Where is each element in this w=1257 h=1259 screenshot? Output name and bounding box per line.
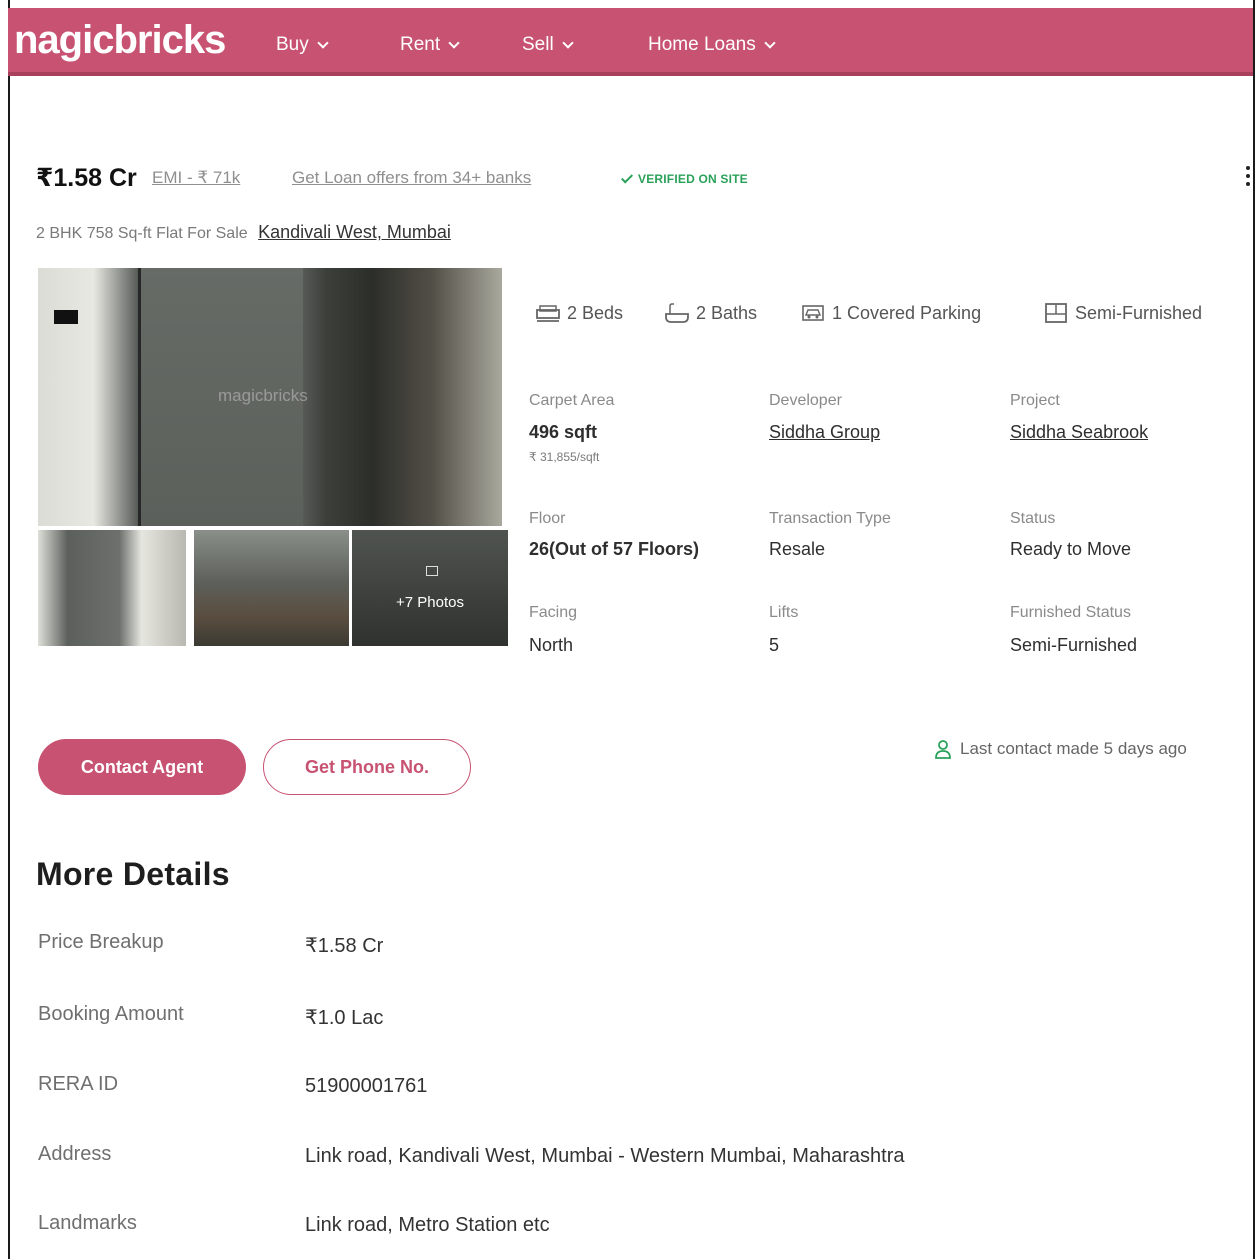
wall-switch	[54, 310, 78, 324]
bed-icon	[536, 305, 560, 322]
status-label: Status	[1010, 510, 1056, 527]
address-value: Link road, Kandivali West, Mumbai - West…	[305, 1145, 905, 1167]
verified-badge: VERIFIED ON SITE	[620, 170, 748, 186]
bath-icon	[665, 303, 689, 323]
more-options-icon[interactable]	[1246, 166, 1250, 190]
nav-rent-label: Rent	[400, 34, 441, 55]
lifts-label: Lifts	[769, 604, 799, 621]
price-breakup-label: Price Breakup	[38, 931, 164, 953]
chevron-down-icon	[764, 37, 776, 49]
landmarks-label: Landmarks	[38, 1212, 137, 1234]
photo-watermark: magicbricks	[218, 386, 308, 405]
amenity-parking-label: 1 Covered Parking	[832, 302, 982, 323]
amenity-beds-label: 2 Beds	[567, 302, 624, 323]
more-details-heading: More Details	[36, 856, 230, 892]
project-link[interactable]: Siddha Seabrook	[1010, 422, 1148, 443]
listing-title: 2 BHK 758 Sq-ft Flat For Sale	[36, 225, 248, 242]
image-icon	[426, 566, 438, 576]
transaction-type-value: Resale	[769, 539, 826, 559]
contact-agent-button[interactable]: Contact Agent	[38, 739, 246, 795]
nav-buy[interactable]: Buy	[276, 34, 329, 56]
photo-thumbnail-more[interactable]: +7 Photos	[352, 530, 508, 646]
floor-value: 26(Out of 57 Floors)	[529, 539, 700, 559]
location-link[interactable]: Kandivali West, Mumbai	[258, 222, 451, 242]
facing-label: Facing	[529, 604, 578, 621]
site-logo[interactable]: nagicbricks	[14, 18, 226, 63]
status-value: Ready to Move	[1010, 539, 1132, 559]
chevron-down-icon	[448, 37, 460, 49]
amenity-beds: 2 Beds	[535, 302, 623, 324]
carpet-area-rate: ₹ 31,855/sqft	[529, 450, 600, 464]
loan-offers-link[interactable]: Get Loan offers from 34+ banks	[292, 168, 531, 188]
chevron-down-icon	[562, 37, 574, 49]
main-property-photo[interactable]: magicbricks	[38, 268, 502, 526]
more-photos-label: +7 Photos	[396, 594, 464, 611]
furniture-icon	[1045, 303, 1067, 323]
furnished-status-value: Semi-Furnished	[1010, 635, 1138, 655]
amenity-parking: 1 Covered Parking	[800, 302, 981, 324]
amenity-baths-label: 2 Baths	[696, 302, 758, 323]
listing-subtitle: 2 BHK 758 Sq-ft Flat For Sale Kandivali …	[36, 222, 451, 243]
developer-link[interactable]: Siddha Group	[769, 422, 880, 443]
developer-label: Developer	[769, 392, 842, 409]
car-icon	[802, 305, 824, 321]
listing-price: ₹1.58 Cr	[36, 164, 137, 192]
nav-sell-label: Sell	[522, 34, 554, 55]
nav-home-loans[interactable]: Home Loans	[648, 34, 776, 56]
amenity-furnishing-label: Semi-Furnished	[1075, 302, 1203, 323]
booking-amount-label: Booking Amount	[38, 1003, 184, 1025]
landmarks-value: Link road, Metro Station etc	[305, 1214, 550, 1236]
floor-label: Floor	[529, 510, 566, 527]
photo-thumbnail-2[interactable]	[194, 530, 349, 646]
user-icon	[935, 740, 951, 759]
address-label: Address	[38, 1143, 112, 1165]
nav-buy-label: Buy	[276, 34, 309, 55]
project-label: Project	[1010, 392, 1060, 409]
carpet-area-value[interactable]: 496 sqft	[529, 422, 597, 443]
nav-rent[interactable]: Rent	[400, 34, 460, 56]
emi-link[interactable]: EMI - ₹ 71k	[152, 168, 240, 188]
facing-value: North	[529, 635, 574, 655]
rera-id-value: 51900001761	[305, 1075, 428, 1097]
chevron-down-icon	[317, 37, 329, 49]
transaction-type-label: Transaction Type	[769, 510, 891, 527]
last-contact-info: Last contact made 5 days ago	[934, 739, 1187, 759]
top-navigation-bar: nagicbricks Buy Rent Sell Home Loans	[8, 8, 1253, 76]
furnished-status-label: Furnished Status	[1010, 604, 1131, 621]
verified-label: VERIFIED ON SITE	[638, 172, 748, 186]
get-phone-button[interactable]: Get Phone No.	[263, 739, 471, 795]
amenity-baths: 2 Baths	[664, 302, 757, 324]
lifts-value: 5	[769, 635, 780, 655]
photo-thumbnail-1[interactable]	[38, 530, 186, 646]
last-contact-text: Last contact made 5 days ago	[960, 739, 1187, 758]
booking-amount-value: ₹1.0 Lac	[305, 1007, 384, 1029]
price-breakup-value: ₹1.58 Cr	[305, 935, 384, 957]
rera-id-label: RERA ID	[38, 1073, 119, 1095]
amenity-furnishing: Semi-Furnished	[1043, 302, 1202, 324]
carpet-area-label: Carpet Area	[529, 392, 615, 409]
nav-sell[interactable]: Sell	[522, 34, 574, 56]
nav-home-loans-label: Home Loans	[648, 34, 756, 55]
